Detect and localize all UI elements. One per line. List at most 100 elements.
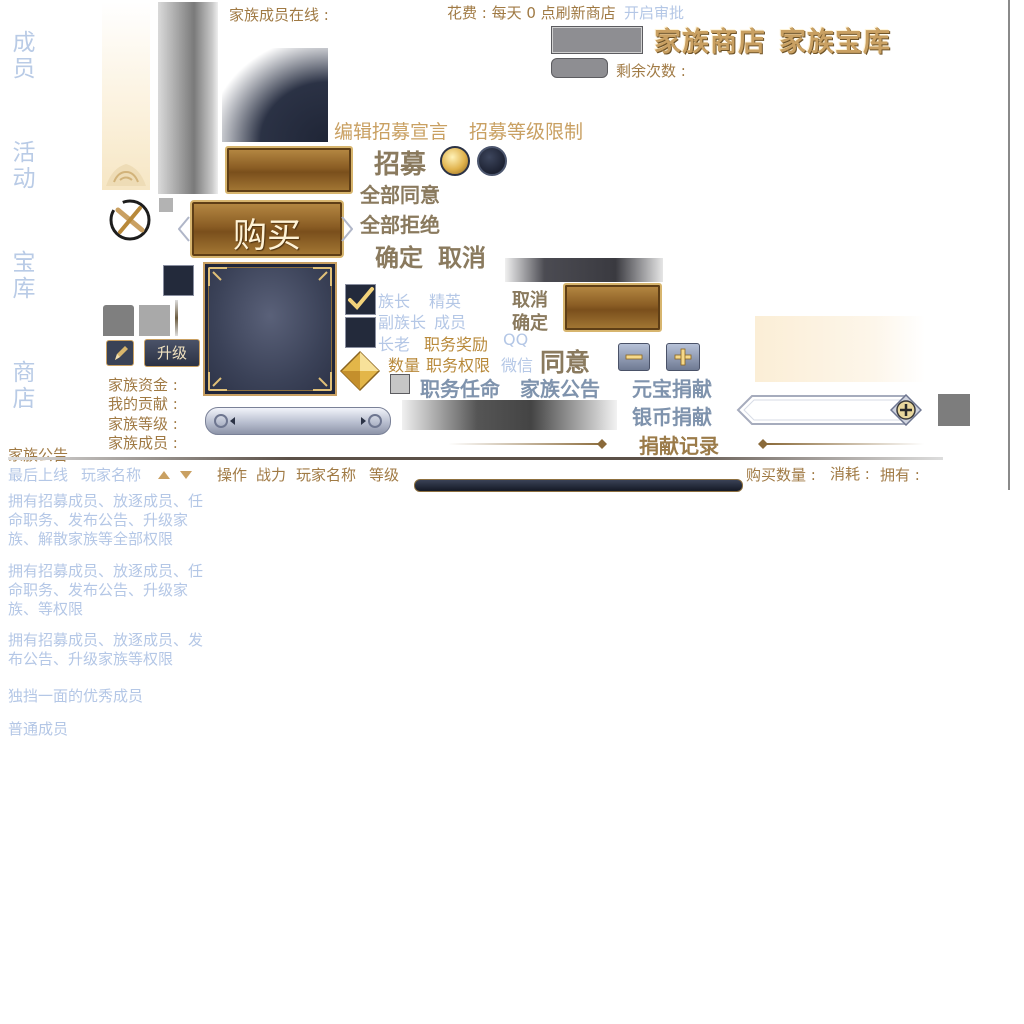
my-contribution-label: 我的贡献 : xyxy=(108,395,178,413)
header-level: 等级 xyxy=(369,466,400,484)
upgrade-button-label: 升级 xyxy=(156,344,187,362)
tab-treasury-char-2: 库 xyxy=(12,276,36,302)
family-treasury-title[interactable]: 家族宝库 xyxy=(779,20,891,59)
tab-activity[interactable]: 活 动 xyxy=(6,140,42,192)
remaining-pill xyxy=(551,58,608,78)
dark-orb-radio[interactable] xyxy=(477,146,507,176)
edit-pencil-button[interactable] xyxy=(106,340,134,366)
dark-square-slot xyxy=(163,265,194,296)
scroll-end-right-icon xyxy=(361,414,382,428)
buy-quantity-label: 购买数量 : xyxy=(746,466,816,484)
upgrade-button[interactable]: 升级 xyxy=(144,339,200,367)
plus-circle-icon xyxy=(889,393,923,427)
shadow-strip xyxy=(402,400,617,430)
tab-members[interactable]: 成 员 xyxy=(6,30,42,82)
tab-shop-char-2: 店 xyxy=(12,386,36,412)
frame-corner-icon xyxy=(313,267,332,286)
role-vice-leader: 副族长 xyxy=(378,313,427,332)
cream-glow-panel xyxy=(755,316,925,382)
buy-button-label: 购买 xyxy=(233,216,301,256)
pencil-icon xyxy=(115,346,128,360)
grey-square-light xyxy=(139,305,170,336)
player-name-header[interactable]: 玩家名称 xyxy=(81,464,141,485)
brush-close-icon[interactable] xyxy=(108,198,152,242)
buy-left-arrow-icon xyxy=(178,216,190,242)
yuanbao-donate-button[interactable]: 元宝捐献 xyxy=(632,373,712,402)
buy-button[interactable]: 购买 xyxy=(190,200,344,258)
family-members-label: 家族成员 : xyxy=(108,434,178,452)
family-funds-label: 家族资金 : xyxy=(108,376,178,394)
donate-plus-button[interactable] xyxy=(889,393,923,427)
frame-corner-icon xyxy=(208,372,227,391)
thin-divider xyxy=(175,300,178,336)
tab-members-char-2: 员 xyxy=(12,56,36,82)
checkbox-unchecked[interactable] xyxy=(345,317,376,348)
checkbox-checked[interactable] xyxy=(345,284,376,315)
family-announcement-tab[interactable]: 家族公告 xyxy=(520,373,600,402)
online-members-label: 家族成员在线 : xyxy=(229,6,329,24)
own-label: 拥有 : xyxy=(880,466,920,484)
approve-all-button[interactable]: 全部同意 xyxy=(360,179,440,208)
family-announcement-label: 家族公告 xyxy=(8,446,69,464)
divider-line-right xyxy=(766,443,924,445)
silver-scroll-bar xyxy=(205,407,391,435)
last-online-header[interactable]: 最后上线 xyxy=(8,464,68,485)
gold-diamond-icon xyxy=(339,350,381,392)
sort-up-icon[interactable] xyxy=(157,470,171,480)
frame-corner-icon xyxy=(313,372,332,391)
line-diamond-icon xyxy=(597,439,607,449)
consume-label: 消耗 : xyxy=(830,465,870,483)
right-edge-line xyxy=(1008,0,1010,490)
tab-shop[interactable]: 商 店 xyxy=(6,360,42,412)
minus-button[interactable] xyxy=(618,343,650,371)
edit-declaration-link[interactable]: 编辑招募宣言 xyxy=(334,117,448,144)
tab-shop-char-1: 商 xyxy=(12,360,36,386)
grey-checkbox[interactable] xyxy=(390,374,410,394)
gold-orb-radio[interactable] xyxy=(440,146,470,176)
sort-down-icon[interactable] xyxy=(179,470,193,480)
dark-gradient-strip xyxy=(505,258,663,282)
confirm-small-button[interactable]: 确定 xyxy=(512,309,548,335)
cost-text: 花费 : 每天 0 点刷新商店 xyxy=(447,4,616,22)
vertical-gradient-bar xyxy=(158,2,218,194)
minus-icon xyxy=(625,354,643,360)
recruit-label: 招募 xyxy=(374,150,427,180)
silver-donate-button[interactable]: 银币捐献 xyxy=(632,401,712,430)
tab-activity-char-1: 活 xyxy=(12,140,36,166)
tab-activity-char-2: 动 xyxy=(12,166,36,192)
divider-line-left xyxy=(448,443,606,445)
permission-desc-leader: 拥有招募成员、放逐成员、任命职务、发布公告、升级家族、解散家族等全部权限 xyxy=(8,492,204,548)
remaining-count-label: 剩余次数 : xyxy=(616,62,686,80)
family-shop-title[interactable]: 家族商店 xyxy=(654,20,766,59)
long-divider xyxy=(8,457,943,460)
permission-desc-elder: 拥有招募成员、放逐成员、发布公告、升级家族等权限 xyxy=(8,631,204,668)
confirm-large-button[interactable]: 确定 xyxy=(375,238,423,273)
appoint-position-tab[interactable]: 职务任命 xyxy=(420,373,500,402)
recruit-level-limit-link[interactable]: 招募等级限制 xyxy=(469,117,583,144)
grey-square-dark xyxy=(103,305,134,336)
dark-progress-bar xyxy=(414,479,743,492)
header-operation: 操作 xyxy=(217,466,248,484)
small-grey-square xyxy=(159,198,173,212)
cancel-large-button[interactable]: 取消 xyxy=(438,238,486,273)
family-level-label: 家族等级 : xyxy=(108,415,178,433)
dark-corner-shadow xyxy=(222,48,328,142)
tab-treasury-char-1: 宝 xyxy=(12,250,36,276)
frame-corner-icon xyxy=(208,267,227,286)
tab-members-char-1: 成 xyxy=(12,30,36,56)
cloud-ornament-icon xyxy=(106,164,146,186)
tab-treasury[interactable]: 宝 库 xyxy=(6,250,42,302)
plus-button[interactable] xyxy=(666,343,700,371)
checkmark-icon xyxy=(348,287,374,310)
gold-button-small[interactable] xyxy=(563,283,662,332)
buy-right-arrow-icon xyxy=(341,216,353,242)
header-player-name: 玩家名称 xyxy=(296,466,357,484)
plus-icon xyxy=(674,348,692,366)
gold-button-blank[interactable] xyxy=(225,146,353,194)
donate-record-link[interactable]: 捐献记录 xyxy=(639,430,719,459)
reject-all-button[interactable]: 全部拒绝 xyxy=(360,209,440,238)
role-member: 成员 xyxy=(434,313,467,332)
header-power: 战力 xyxy=(256,466,287,484)
shop-input-box[interactable] xyxy=(551,26,643,54)
permission-desc-vice-leader: 拥有招募成员、放逐成员、任命职务、发布公告、升级家族、等权限 xyxy=(8,562,204,618)
